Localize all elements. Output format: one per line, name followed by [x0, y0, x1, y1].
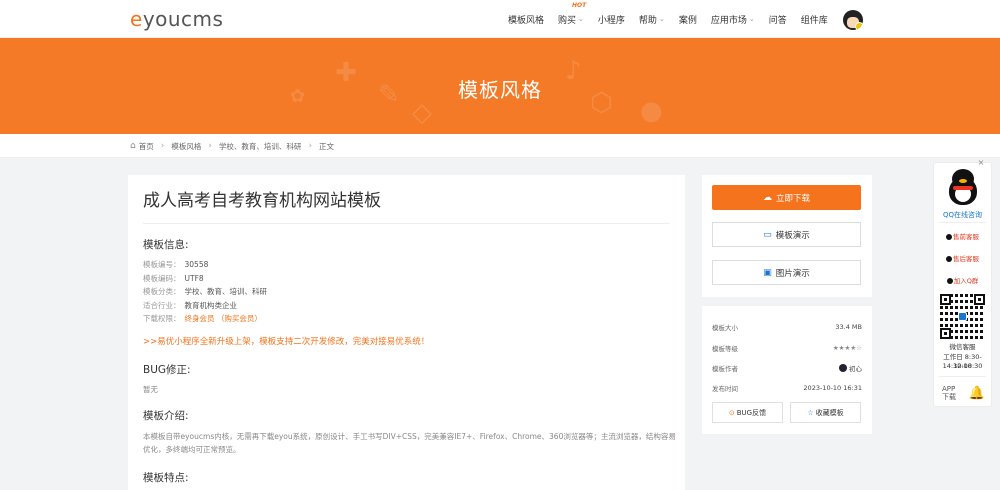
nav-cases[interactable]: 案例 [679, 13, 697, 26]
features-heading: 模板特点: [143, 472, 189, 484]
qq-icon [946, 256, 952, 262]
divider [143, 223, 670, 224]
intro-heading: 模板介绍: [143, 410, 189, 422]
page-banner: ✚ ✎ ✿ ◇ ♪ ⬡ ● 模板风格 [0, 38, 1000, 134]
info-row-permission[interactable]: 下载权限： 终身会员 （购买会员） [143, 312, 267, 326]
user-avatar[interactable] [843, 10, 863, 30]
info-row-industry: 适合行业： 教育机构类企业 [143, 300, 237, 310]
info-row-category: 模板分类： 学校、教育、培训、科研 [143, 287, 267, 297]
qq-icon [946, 278, 953, 284]
template-meta-panel: 模板大小 33.4 MB 模板等级 ★★★★☆ 模板作者 初心 发布时间 2023-10… [702, 306, 872, 434]
template-detail: 成人高考自考教育机构网站模板 模板信息: 模板编号： 30558 模板编码： UTF… [128, 175, 685, 490]
home-icon: ⌂ [130, 141, 136, 151]
page-title: 成人高考自考教育机构网站模板 [143, 191, 381, 211]
meta-level: 模板等级 ★★★★☆ [712, 344, 862, 353]
demo-button[interactable]: ▭ 模板演示 [712, 222, 861, 247]
breadcrumb-category[interactable]: 学校、教育、培训、科研 [219, 141, 302, 152]
info-row-encoding: 模板编码： UTF8 [143, 273, 204, 283]
nav-buy[interactable]: HOT 购买 ⌄ [558, 2, 586, 26]
wechat-qr-code [940, 294, 985, 339]
nav-qa[interactable]: 问答 [769, 13, 787, 26]
nav-templates[interactable]: 模板风格 [508, 13, 544, 26]
chevron-right-icon: › [308, 141, 313, 151]
breadcrumb: ⌂ 首页 › 模板风格 › 学校、教育、培训、科研 › 正文 [0, 134, 1000, 158]
divider [939, 376, 986, 377]
breadcrumb-current: 正文 [319, 141, 335, 151]
main-nav: 模板风格 HOT 购买 ⌄ 小程序 帮助 ⌄ 案例 应用市场 ⌄ 问答 组件库 [508, 0, 842, 38]
customer-service-panel: × QQ在线咨询 售前客服 售后客服 加入Q群 微信客服 工作日 8:30-12… [933, 158, 992, 407]
image-icon: ▣ [763, 267, 772, 278]
nav-miniprogram[interactable]: 小程序 [598, 13, 625, 26]
chevron-right-icon: › [208, 141, 212, 151]
logo[interactable]: eyoucms [130, 7, 223, 31]
bug-text: 暂无 [143, 385, 158, 394]
qq-consult-link[interactable]: QQ在线咨询 [934, 210, 991, 220]
chevron-right-icon: › [160, 141, 165, 151]
breadcrumb-templates[interactable]: 模板风格 [171, 141, 201, 152]
hot-badge: HOT [572, 1, 587, 9]
presale-link[interactable]: 售前客服 [934, 231, 991, 241]
monitor-icon: ▭ [763, 229, 772, 240]
qq-penguin-icon[interactable] [947, 169, 979, 207]
meta-size: 模板大小 33.4 MB [712, 323, 862, 332]
bug-heading: BUG修正: [143, 364, 191, 376]
download-button[interactable]: ☁ 立即下载 [712, 185, 861, 210]
bell-icon[interactable]: 🔔 [963, 381, 991, 405]
meta-date: 发布时间 2023-10-10 16:31 [712, 384, 862, 393]
qq-group-link[interactable]: 加入Q群 [934, 275, 991, 285]
app-download-button[interactable]: APP 下载 [935, 381, 963, 405]
info-row-id: 模板编号： 30558 [143, 260, 209, 269]
nav-help[interactable]: 帮助 ⌄ [639, 13, 665, 26]
nav-components[interactable]: 组件库 [801, 13, 828, 26]
star-icon: ☆ [807, 408, 814, 417]
chevron-down-icon: ⌄ [658, 15, 665, 23]
info-list: 模板编号： 30558 模板编码： UTF8 模板分类： 学校、教育、培训、科研 适合… [143, 258, 267, 326]
promo-link[interactable]: >>易优小程序全新升级上架，模板支持二次开发修改，完美对接易优系统！ [143, 335, 429, 347]
nav-app-market[interactable]: 应用市场 ⌄ [711, 13, 755, 26]
chevron-down-icon: ⌄ [748, 15, 755, 23]
cloud-download-icon: ☁ [762, 192, 772, 203]
breadcrumb-home[interactable]: 首页 [139, 141, 154, 152]
aftersale-link[interactable]: 售后客服 [934, 253, 991, 263]
bug-icon: ⊙ [728, 408, 735, 417]
banner-title: 模板风格 [458, 78, 542, 102]
chevron-down-icon: ⌄ [578, 15, 584, 23]
close-icon[interactable]: × [976, 158, 986, 168]
site-header: eyoucms 模板风格 HOT 购买 ⌄ 小程序 帮助 ⌄ 案例 应用市场 ⌄ 问答… [0, 0, 1000, 38]
favorite-button[interactable]: ☆ 收藏模板 [790, 402, 861, 423]
meta-author: 模板作者 初心 [712, 364, 862, 373]
work-hours-2: 14:30-18:30 [942, 362, 983, 370]
download-panel: ☁ 立即下载 ▭ 模板演示 ▣ 图片演示 [702, 175, 872, 297]
intro-text: 本模板自带eyoucms内核，无需再下载eyou系统，原创设计、手工书写DIV+… [143, 432, 676, 454]
bug-report-button[interactable]: ⊙ BUG反馈 [712, 402, 783, 423]
qq-icon [946, 234, 952, 240]
divider [939, 222, 986, 223]
info-heading: 模板信息: [143, 239, 189, 251]
author-avatar [839, 364, 847, 372]
image-demo-button[interactable]: ▣ 图片演示 [712, 260, 861, 285]
wechat-label: 微信客服 [949, 343, 976, 351]
